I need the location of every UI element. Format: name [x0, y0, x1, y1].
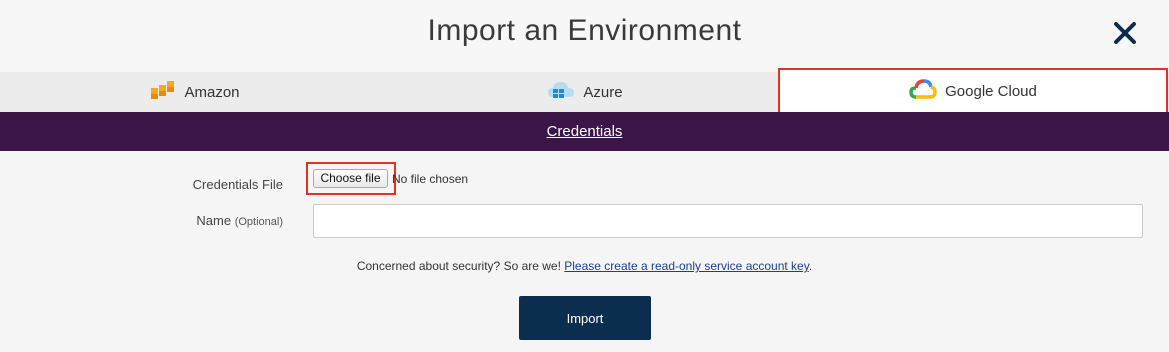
security-suffix: . — [808, 259, 813, 273]
credentials-file-label: Credentials File — [192, 177, 283, 192]
import-button[interactable]: Import — [519, 296, 651, 340]
service-account-key-link[interactable]: Please create a read-only service accoun… — [564, 259, 809, 273]
security-text: Concerned about security? So are we! — [356, 259, 565, 273]
aws-icon — [150, 79, 176, 105]
security-note: Concerned about security? So are we! Ple… — [0, 259, 1169, 273]
name-label-group: Name (Optional) — [150, 213, 283, 228]
name-optional-label: (Optional) — [234, 216, 283, 228]
close-icon[interactable] — [1110, 18, 1140, 48]
modal-header: Import an Environment — [0, 0, 1169, 72]
azure-icon — [547, 79, 575, 105]
tab-azure[interactable]: Azure — [390, 72, 780, 112]
name-label: Name — [196, 213, 232, 228]
tab-google-cloud-label: Google Cloud — [945, 82, 1037, 100]
credentials-section-bar: Credentials — [0, 112, 1169, 151]
tab-azure-label: Azure — [583, 83, 623, 101]
google-cloud-icon — [909, 78, 937, 104]
tab-amazon-label: Amazon — [184, 83, 240, 101]
no-file-text: No file chosen — [392, 172, 469, 186]
modal-title: Import an Environment — [427, 14, 742, 47]
choose-file-button[interactable]: Choose file — [313, 169, 388, 188]
tab-google-cloud[interactable]: Google Cloud — [778, 68, 1168, 114]
name-input[interactable] — [313, 204, 1143, 238]
provider-tabs: Amazon Azure Google Cloud — [0, 68, 1169, 114]
tab-amazon[interactable]: Amazon — [0, 72, 390, 112]
credentials-link[interactable]: Credentials — [547, 123, 623, 140]
